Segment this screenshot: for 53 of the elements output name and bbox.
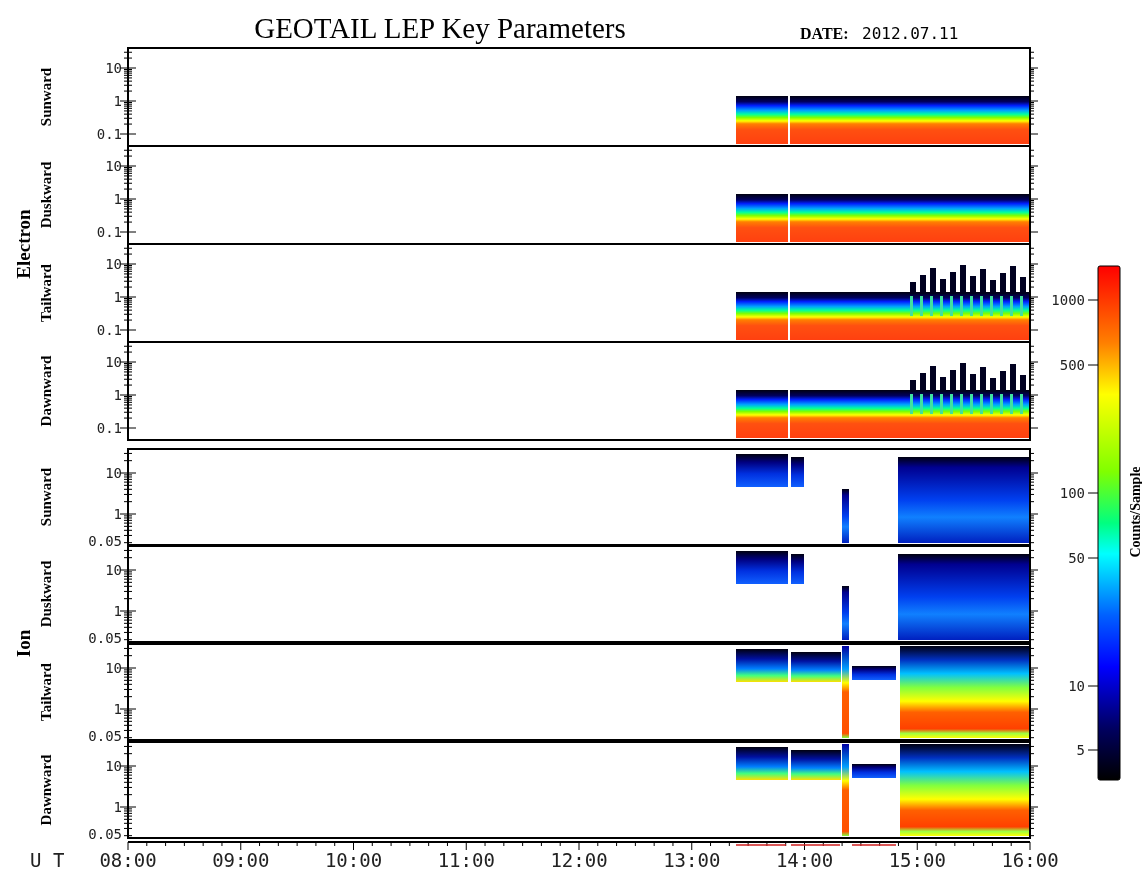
axis-tick-label: 0.05 — [88, 826, 122, 842]
axis-tick-label: 1 — [113, 387, 122, 403]
axis-tick-label: 0.05 — [88, 630, 122, 646]
time-tick-label: 12:00 — [550, 849, 608, 871]
axis-tick-label: 1 — [113, 289, 122, 305]
date-label: DATE: — [800, 25, 849, 42]
axis-tick-label: 0.05 — [88, 533, 122, 549]
panel-label: Sunward — [38, 67, 54, 127]
axis-tick-label: 10 — [105, 758, 122, 774]
panel-label: Sunward — [38, 467, 54, 527]
panel-label: Tailward — [38, 663, 54, 721]
axis-tick-label: 10 — [105, 60, 122, 76]
axis-tick-label: 0.1 — [96, 126, 122, 142]
time-tick-label: 09:00 — [212, 849, 270, 871]
color-scale-tick-label: 5 — [1076, 742, 1085, 758]
axis-tick-label: 1 — [113, 701, 122, 717]
time-tick-label: 16:00 — [1001, 849, 1059, 871]
axis-tick-label: 10 — [105, 465, 122, 481]
chart-title: GEOTAIL LEP Key Parameters — [254, 12, 626, 44]
time-tick-label: 15:00 — [888, 849, 946, 871]
group-label: Electron — [13, 209, 34, 279]
axis-tick-label: 10 — [105, 562, 122, 578]
axis-tick-label: 1 — [113, 506, 122, 522]
axis-tick-label: 1 — [113, 93, 122, 109]
panel-label: Dawnward — [38, 355, 54, 427]
axis-tick-label: 10 — [105, 354, 122, 370]
axis-title: U T — [30, 849, 65, 871]
time-tick-label: 08:00 — [99, 849, 157, 871]
panel-label: Duskward — [38, 560, 54, 628]
group-label: Ion — [13, 629, 34, 658]
axis-tick-label: 1 — [113, 191, 122, 207]
time-tick-label: 11:00 — [437, 849, 495, 871]
axis-tick-label: 1 — [113, 603, 122, 619]
axis-tick-label: 0.05 — [88, 728, 122, 744]
panel-label: Dawnward — [38, 754, 54, 826]
color-scale-tick-label: 100 — [1059, 485, 1085, 501]
axis-tick-label: 10 — [105, 158, 122, 174]
axis-tick-label: 0.1 — [96, 420, 122, 436]
color-scale-tick-label: 10 — [1068, 678, 1085, 694]
axis-tick-label: 10 — [105, 660, 122, 676]
panel-label: Duskward — [38, 161, 54, 229]
axis-tick-label: 1 — [113, 799, 122, 815]
time-tick-label: 10:00 — [324, 849, 383, 871]
color-scale-tick-label: 50 — [1068, 550, 1085, 566]
color-scale-tick-label: 500 — [1059, 357, 1085, 373]
panel-label: Tailward — [38, 264, 54, 322]
color-scale-tick-label: 1000 — [1051, 292, 1085, 308]
axis-tick-label: 0.1 — [96, 224, 122, 240]
axis-tick-label: 0.1 — [96, 322, 122, 338]
axis-tick-label: 10 — [105, 256, 122, 272]
time-tick-label: 13:00 — [663, 849, 721, 871]
date-value: 2012.07.11 — [862, 24, 959, 43]
time-tick-label: 14:00 — [775, 849, 834, 871]
